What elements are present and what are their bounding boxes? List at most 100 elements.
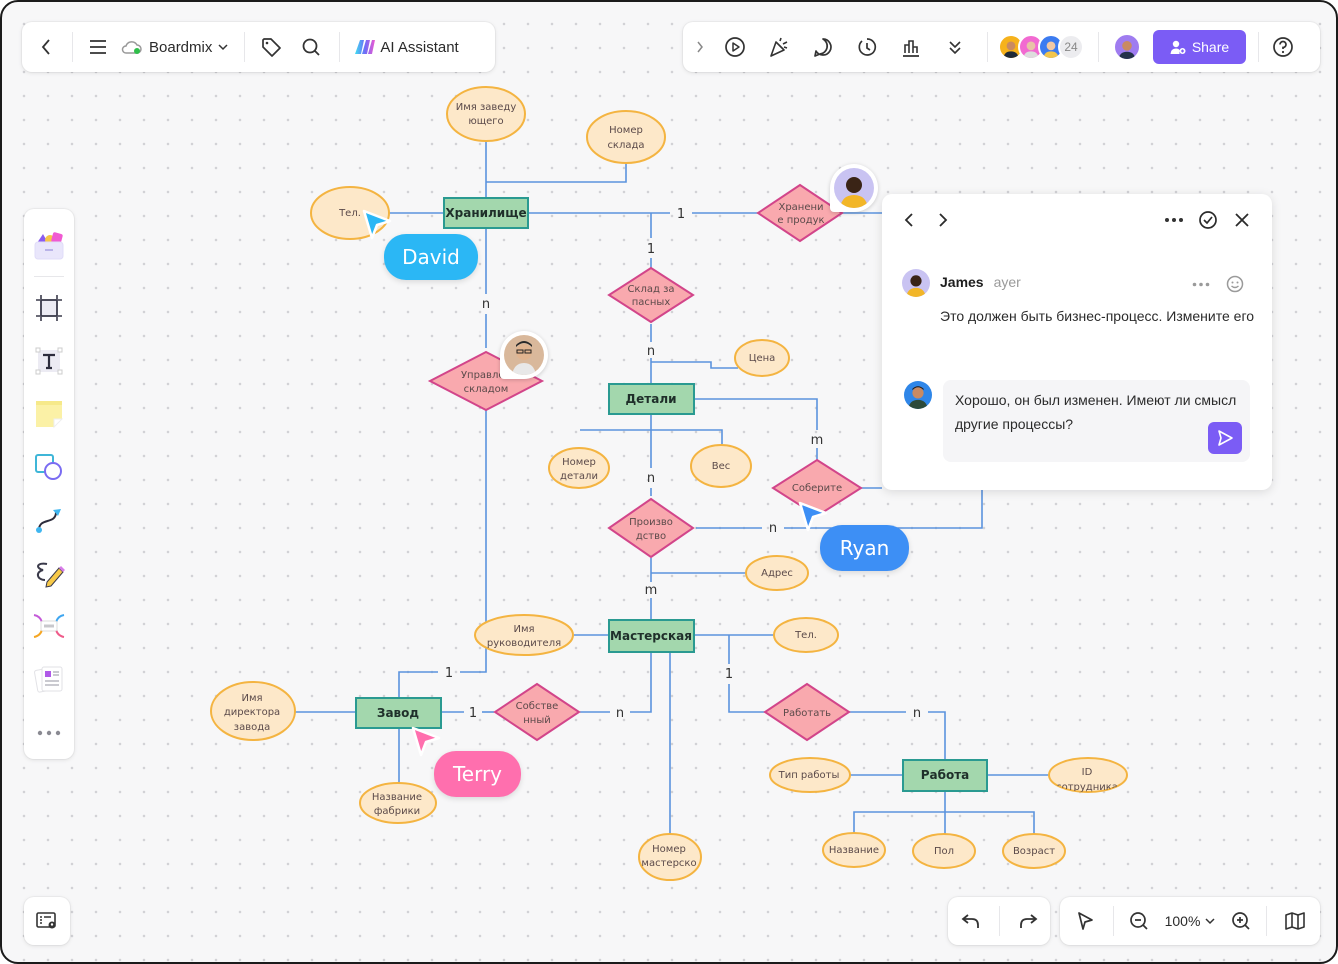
undo-button[interactable] [954,904,988,938]
attribute-director-name[interactable]: Имя директора завода [210,681,296,741]
zoom-in-icon [1232,912,1250,930]
relation-work[interactable]: Работать [763,682,851,742]
tool-more-templates[interactable] [24,653,74,706]
ai-assistant-button[interactable]: AI Assistant [346,39,466,56]
svg-text:Хранени: Хранени [778,202,823,213]
entity-job[interactable]: Работа [902,759,988,792]
svg-text:складом: складом [464,384,509,395]
relation-production[interactable]: Произво дство [607,497,695,559]
back-button[interactable] [30,29,62,65]
cursor-arrow-icon [411,726,441,757]
templates-icon [34,231,64,260]
tag-button[interactable] [253,29,289,65]
redo-button[interactable] [1011,904,1045,938]
canvas[interactable]: Хранилище Детали Мастерская Завод Работа… [0,0,1338,964]
search-button[interactable] [289,29,333,65]
reply-input[interactable]: Хорошо, он был изменен. Имеют ли смысл д… [943,380,1250,462]
share-button[interactable]: Share [1153,30,1246,64]
hamburger-menu-icon [90,40,106,54]
current-user-avatar[interactable] [1113,33,1141,61]
ai-assistant-label: AI Assistant [380,38,459,56]
attribute-warehouse-number[interactable]: Номер склада [586,110,666,164]
attribute-workshop-number[interactable]: Номер мастерско [638,833,702,881]
entity-storage[interactable]: Хранилище [443,197,529,229]
tool-connector[interactable] [24,494,74,547]
svg-text:Пол: Пол [934,846,954,857]
relation-spare-stock[interactable]: Склад за пасных [607,266,695,324]
chevron-right-icon [697,41,703,53]
more-tools-button[interactable] [933,39,977,55]
attribute-address[interactable]: Адрес [745,555,809,591]
timer-button[interactable] [845,36,889,58]
select-tool-button[interactable] [1070,904,1100,938]
tool-mind-map[interactable] [24,600,74,653]
resolve-comment-button[interactable] [1196,210,1220,230]
attribute-workshop-phone[interactable]: Тел. [773,617,839,653]
workspace-switcher[interactable]: Boardmix [113,39,236,56]
help-button[interactable] [1271,36,1295,58]
svg-text:Тел.: Тел. [794,630,817,641]
collaborator-avatars[interactable]: 24 [998,34,1084,60]
tool-more[interactable] [24,706,74,759]
svg-text:Имя: Имя [241,693,262,704]
next-comment-button[interactable] [934,212,952,228]
svg-text:Детали: Детали [625,392,676,406]
add-reaction-button[interactable] [1225,274,1245,294]
comment-pin-avatar-user[interactable] [500,331,548,379]
presentation-button[interactable] [713,36,757,58]
zoom-out-button[interactable] [1126,904,1152,938]
celebrate-button[interactable] [757,36,801,58]
outline-button[interactable] [32,906,62,936]
tool-shapes[interactable] [24,440,74,493]
close-comment-button[interactable] [1230,212,1254,228]
attribute-manager-name[interactable]: Имя заведу ющего [446,86,526,142]
redo-icon [1019,914,1037,928]
tool-text[interactable] [24,334,74,387]
comment-more-button[interactable] [1162,217,1186,223]
svg-text:Тел.: Тел. [338,208,361,219]
tool-pen[interactable] [24,547,74,600]
collaboration-toolbar: 24 Share [683,22,1320,72]
zoom-in-button[interactable] [1228,904,1254,938]
pen-icon [37,562,65,588]
close-icon [1235,213,1249,227]
zoom-level-dropdown[interactable]: 100% [1165,913,1216,929]
zoom-level: 100% [1164,913,1201,929]
attribute-part-number[interactable]: Номер детали [548,447,610,489]
svg-text:сотрудника: сотрудника [1056,782,1118,793]
collapse-toolbar-button[interactable] [693,41,707,53]
entity-workshop[interactable]: Мастерская [608,619,695,653]
attribute-gender[interactable]: Пол [912,833,976,869]
tool-sticky-note[interactable] [24,387,74,440]
entity-details[interactable]: Детали [608,383,695,415]
tool-templates[interactable] [24,219,74,272]
svg-text:Собстве: Собстве [516,701,559,712]
svg-text:Адрес: Адрес [761,568,793,579]
mind-map-icon [33,614,65,639]
message-more-button[interactable] [1190,276,1212,292]
comment-button[interactable] [801,36,845,58]
tool-frame[interactable] [24,281,74,334]
send-icon [1218,430,1233,446]
chevrons-down-icon [949,41,961,55]
attribute-head-name[interactable]: Имя руководителя [474,614,574,656]
svg-text:Номер: Номер [562,457,596,468]
comment-pin-avatar-james[interactable] [830,164,878,212]
send-reply-button[interactable] [1208,422,1242,454]
chevron-right-icon [939,213,948,227]
attribute-price[interactable]: Цена [734,339,790,377]
relation-ownership[interactable]: Собстве нный [493,682,581,742]
attribute-title[interactable]: Название [822,832,886,868]
svg-text:Хранилище: Хранилище [445,206,526,220]
attribute-job-type[interactable]: Тип работы [769,757,851,793]
minimap-button[interactable] [1280,904,1310,938]
menu-button[interactable] [83,29,113,65]
vote-button[interactable] [889,36,933,58]
attribute-weight[interactable]: Вес [690,444,752,488]
attribute-age[interactable]: Возраст [1002,833,1066,869]
divider [1258,32,1259,62]
previous-comment-button[interactable] [900,212,918,228]
share-label: Share [1191,39,1230,55]
attribute-employee-id[interactable]: ID сотрудника [1048,757,1128,793]
attribute-factory-name[interactable]: Название фабрики [359,782,437,824]
